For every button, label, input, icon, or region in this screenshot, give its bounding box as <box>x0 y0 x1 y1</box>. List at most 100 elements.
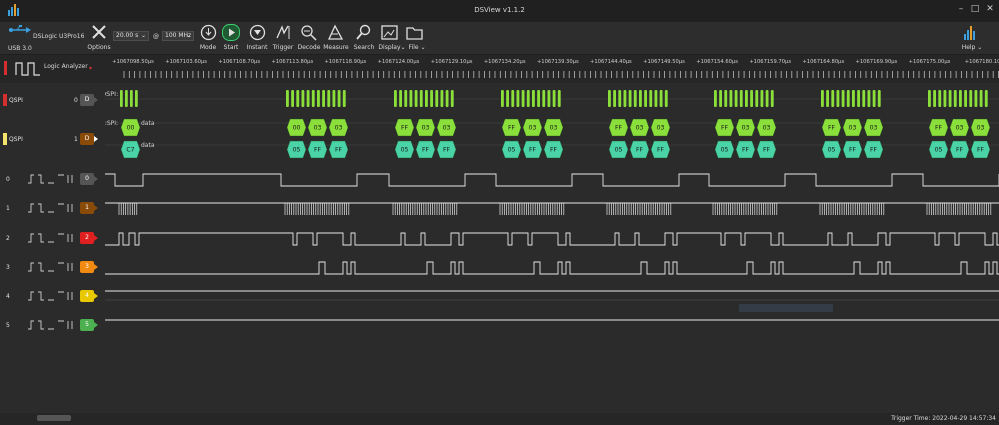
decode-icon[interactable] <box>300 24 317 41</box>
decode-cell-text: FF <box>763 147 771 154</box>
device-name[interactable]: DSLogic U3Pro16 <box>33 33 84 40</box>
channel-badge[interactable]: 0 <box>80 173 98 185</box>
trigger-icon[interactable] <box>275 24 292 41</box>
channel-row-5[interactable]: 55 <box>0 317 105 335</box>
channel-badge[interactable]: 4 <box>80 290 98 302</box>
ruler-tick-label: +1067098.50µs <box>112 59 154 65</box>
maximize-icon[interactable]: □ <box>969 3 981 15</box>
minimize-icon[interactable]: – <box>955 3 967 15</box>
qspi-pulse <box>639 90 642 107</box>
instant-icon[interactable] <box>249 24 266 41</box>
channel-row-1[interactable]: 11 <box>0 200 105 218</box>
decode-cell-text: FF <box>636 147 644 154</box>
qspi-pulse <box>724 90 728 107</box>
qspi-pulse <box>867 90 871 107</box>
qspi-pulse <box>745 90 748 107</box>
ruler-ticks <box>123 71 999 78</box>
qspi-pulse <box>831 90 835 107</box>
waveform-canvas[interactable]: QSPI: 0:SPI: data data 00 C7 00 05 03 FF 03 FF FF 05 0… <box>101 83 999 413</box>
waveform-view[interactable]: QSPI: 0:SPI: data data 00 C7 00 05 03 FF 03 FF FF 05 0… <box>101 83 999 413</box>
search-button[interactable]: Search <box>354 44 375 51</box>
decode-cell-text: 05 <box>615 147 623 154</box>
device-interface: USB 3.0 <box>8 45 32 52</box>
duration-select[interactable]: 20.00 s ⌄ <box>113 31 149 41</box>
channel-index-label: 5 <box>6 322 10 329</box>
qspi-pulse <box>821 90 824 107</box>
display-button[interactable]: Display⌄ <box>378 44 405 51</box>
wrench-icon[interactable] <box>91 24 107 40</box>
help-button[interactable]: Help ⌄ <box>962 44 983 51</box>
usb-icon <box>9 25 31 33</box>
ruler-tick-label: +1067169.90µs <box>855 59 898 65</box>
decode-cell-text: 05 <box>721 147 729 154</box>
mode-button[interactable]: Mode <box>200 44 216 51</box>
samplerate-select[interactable]: 100 MHz ⌄ <box>162 31 194 41</box>
qspi-pulse <box>974 90 978 107</box>
qspi-pulse <box>286 90 289 107</box>
qspi-pulse <box>953 90 957 107</box>
start-icon[interactable] <box>222 24 240 41</box>
decoder-row-qspi0[interactable]: QSPI 0 D <box>0 92 105 110</box>
qspi-pulse <box>613 90 617 107</box>
channel-badge[interactable]: 3 <box>80 261 98 273</box>
instant-button[interactable]: Instant <box>247 44 268 51</box>
qspi-pulse <box>826 90 830 107</box>
measure-button[interactable]: Measure <box>323 44 349 51</box>
qspi-pulse <box>755 90 759 107</box>
ruler-tick-label: +1067124.00µs <box>377 59 420 65</box>
qspi-pulse <box>852 90 855 107</box>
horizontal-scrollbar[interactable] <box>37 415 71 421</box>
channel-row-3[interactable]: 33 <box>0 259 105 277</box>
time-ruler[interactable]: Logic Analyzer ▾ +1067098.50µs +1067103.6… <box>0 55 999 83</box>
qspi-pulse <box>664 90 668 107</box>
measure-icon[interactable] <box>327 24 344 41</box>
decode-cell-text: 03 <box>529 125 537 132</box>
trigger-button[interactable]: Trigger <box>273 44 294 51</box>
channel-row-0[interactable]: 00 <box>0 171 105 189</box>
decode-button[interactable]: Decode <box>298 44 321 51</box>
start-button[interactable]: Start <box>224 44 239 51</box>
qspi-pulse <box>450 90 454 107</box>
ruler-tick-label: +1067175.00µs <box>908 59 951 65</box>
options-button[interactable]: Options <box>87 44 110 51</box>
trigger-type-icons <box>28 291 73 301</box>
channel-badge[interactable]: 1 <box>80 202 98 214</box>
channel-panel: QSPI 0 D QSPI 1 D 001122334455 <box>0 83 105 413</box>
decode-cell-text: 03 <box>314 125 322 132</box>
qspi-pulse <box>760 90 764 107</box>
help-icon[interactable] <box>962 24 979 41</box>
mode-icon[interactable] <box>200 24 217 41</box>
qspi-pulse <box>322 90 326 107</box>
decode-cell-text: 03 <box>956 125 964 132</box>
row1-title: data <box>141 142 155 149</box>
qspi-pulse <box>337 90 341 107</box>
decoder-badge[interactable]: D <box>80 94 98 106</box>
decode-cell-text: FF <box>721 125 729 132</box>
trigger-type-icons <box>28 174 73 184</box>
trigger-type-icons <box>28 320 73 330</box>
qspi-pulse <box>928 90 931 107</box>
channel-row-2[interactable]: 22 <box>0 230 105 248</box>
qspi-pulse <box>332 90 336 107</box>
search-icon[interactable] <box>355 24 372 41</box>
decoder-badge[interactable]: D <box>80 133 98 145</box>
close-icon[interactable]: ✕ <box>984 3 996 15</box>
qspi-pulse <box>943 90 947 107</box>
channel-row-4[interactable]: 44 <box>0 288 105 306</box>
qspi-pulse <box>125 90 128 107</box>
folder-icon[interactable] <box>406 24 423 41</box>
channel-badge[interactable]: 2 <box>80 232 98 244</box>
qspi-pulse <box>979 90 983 107</box>
qspi-pulse <box>547 90 551 107</box>
ruler-tick-label: +1067164.80µs <box>802 59 845 65</box>
channel-badge[interactable]: 5 <box>80 319 98 331</box>
qspi-pulse <box>608 90 611 107</box>
file-button[interactable]: File ⌄ <box>409 44 426 51</box>
decoder-row-qspi1[interactable]: QSPI 1 D <box>0 131 105 149</box>
decode-cell-text: C7 <box>126 147 134 154</box>
qspi-pulse <box>877 90 881 107</box>
display-icon[interactable] <box>381 24 398 41</box>
qspi-pulse <box>644 90 648 107</box>
qspi-pulse <box>404 90 408 107</box>
qspi-pulse <box>317 90 320 107</box>
